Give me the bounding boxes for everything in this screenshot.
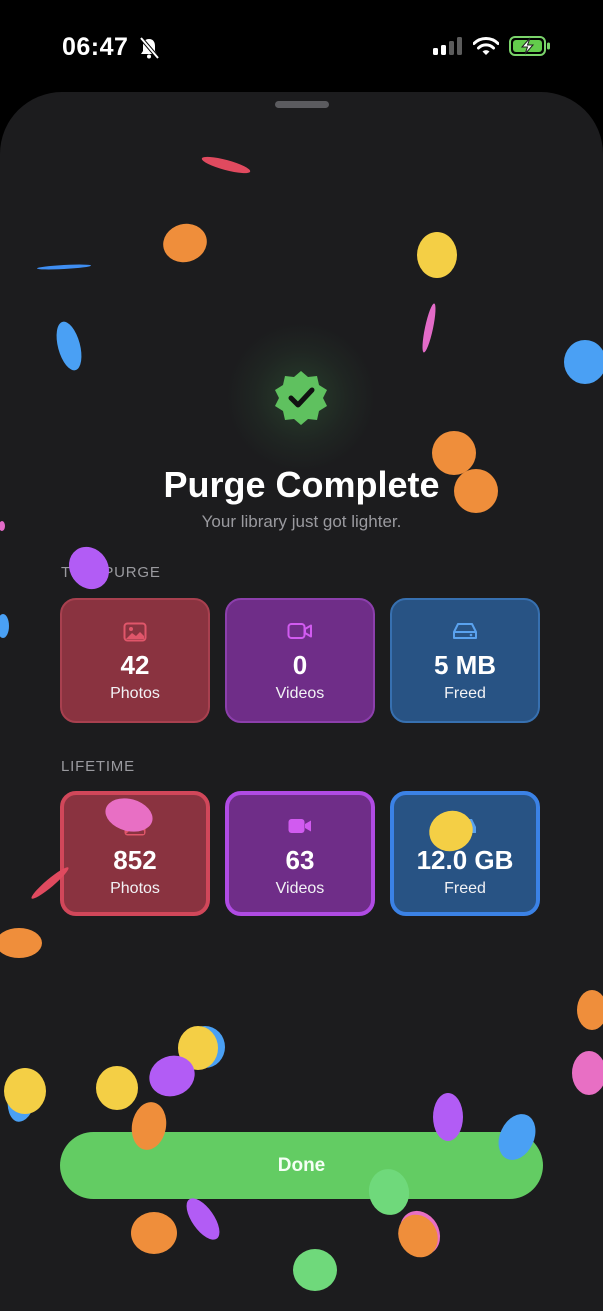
page-subtitle: Your library just got lighter. — [201, 512, 402, 531]
stat-label: Videos — [275, 685, 325, 702]
stat-value: 0 — [292, 650, 308, 680]
stat-card-purge-photos: 42 Photos — [60, 598, 210, 723]
section-label-this-purge: THIS PURGE — [61, 564, 161, 581]
video-camera-icon — [227, 622, 373, 644]
stat-label: Videos — [275, 880, 325, 897]
battery-charging-icon — [509, 36, 551, 61]
video-camera-icon — [229, 817, 371, 839]
drive-icon — [392, 622, 538, 644]
sheet-grabber[interactable] — [275, 101, 329, 108]
stat-value: 63 — [285, 845, 315, 875]
photo-icon — [64, 817, 206, 839]
wifi-icon — [472, 36, 500, 61]
stat-value: 12.0 GB — [416, 845, 514, 875]
drive-icon — [394, 817, 536, 839]
status-bar: 06:47 — [0, 0, 603, 92]
status-time: 06:47 — [62, 33, 129, 61]
stat-card-lifetime-videos: 63 Videos — [225, 791, 375, 916]
photo-icon — [62, 622, 208, 644]
stat-card-purge-freed: 5 MB Freed — [390, 598, 540, 723]
stat-label: Freed — [444, 685, 486, 702]
stat-card-purge-videos: 0 Videos — [225, 598, 375, 723]
bell-slash-icon — [138, 36, 160, 65]
stat-label: Freed — [444, 880, 486, 897]
stat-value: 5 MB — [433, 650, 497, 680]
stat-card-lifetime-freed: 12.0 GB Freed — [390, 791, 540, 916]
status-indicators — [433, 36, 551, 61]
section-label-lifetime: LIFETIME — [61, 758, 135, 775]
stat-label: Photos — [110, 880, 160, 897]
done-button[interactable]: Done — [60, 1132, 543, 1199]
summary-sheet: Purge Complete Your library just got lig… — [0, 92, 603, 1311]
stat-value: 852 — [113, 845, 157, 875]
page-title: Purge Complete — [163, 464, 440, 505]
signal-icon — [433, 37, 463, 60]
stat-label: Photos — [110, 685, 160, 702]
stat-value: 42 — [120, 650, 150, 680]
stat-card-lifetime-photos: 852 Photos — [60, 791, 210, 916]
checkmark-seal-icon — [271, 367, 331, 432]
